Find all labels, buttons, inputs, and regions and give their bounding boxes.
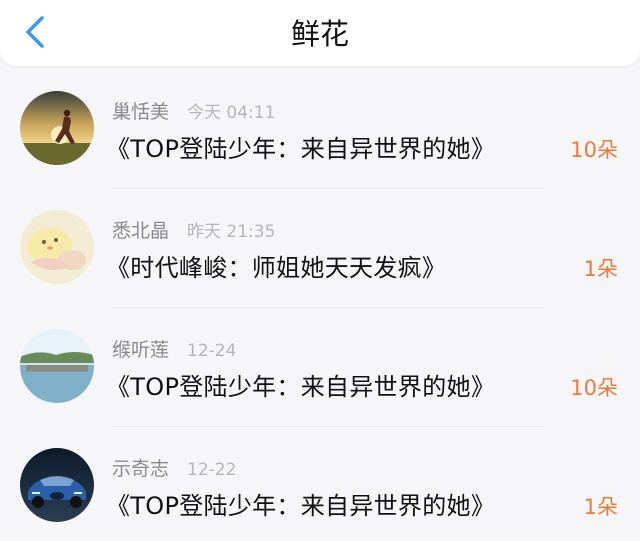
top-bar: 鲜花 (0, 0, 640, 66)
gift-meta: 悉北晶 昨天 21:35 (112, 216, 276, 243)
avatar[interactable] (20, 210, 94, 284)
flower-quantity: 1朵 (583, 257, 618, 281)
flower-quantity: 1朵 (583, 495, 618, 519)
book-title[interactable]: 《时代峰峻：师姐她天天发疯》 (106, 248, 446, 283)
timestamp: 今天 04:11 (187, 103, 276, 123)
list-item[interactable]: 悉北晶 昨天 21:35 《时代峰峻：师姐她天天发疯》 1朵 (0, 189, 640, 308)
list-item[interactable]: 缑听莲 12-24 《TOP登陆少年：来自异世界的她》 10朵 (0, 308, 640, 427)
timestamp: 昨天 21:35 (187, 222, 276, 242)
book-title[interactable]: 《TOP登陆少年：来自异世界的她》 (106, 486, 495, 521)
gift-meta: 示奇志 12-22 (112, 454, 237, 481)
flower-quantity: 10朵 (570, 376, 618, 400)
timestamp: 12-24 (187, 341, 237, 361)
list-item[interactable]: 巢恬美 今天 04:11 《TOP登陆少年：来自异世界的她》 10朵 (0, 70, 640, 189)
avatar[interactable] (20, 329, 94, 403)
sender-name[interactable]: 巢恬美 (112, 97, 169, 124)
avatar[interactable] (20, 448, 94, 522)
avatar-sunset-runner-image (20, 91, 94, 165)
avatar-lake-bridge-image (20, 329, 94, 403)
sender-name[interactable]: 示奇志 (112, 454, 169, 481)
avatar-blue-car-image (20, 448, 94, 522)
flower-quantity: 10朵 (570, 138, 618, 162)
gift-meta: 缑听莲 12-24 (112, 335, 237, 362)
gift-list: 巢恬美 今天 04:11 《TOP登陆少年：来自异世界的她》 10朵 悉北晶 昨… (0, 70, 640, 541)
sender-name[interactable]: 悉北晶 (112, 216, 169, 243)
avatar[interactable] (20, 91, 94, 165)
gift-meta: 巢恬美 今天 04:11 (112, 97, 276, 124)
book-title[interactable]: 《TOP登陆少年：来自异世界的她》 (106, 129, 495, 164)
avatar-cartoon-chick-image (20, 210, 94, 284)
book-title[interactable]: 《TOP登陆少年：来自异世界的她》 (106, 367, 495, 402)
list-item[interactable]: 示奇志 12-22 《TOP登陆少年：来自异世界的她》 1朵 (0, 427, 640, 541)
timestamp: 12-22 (187, 460, 237, 480)
page-title: 鲜花 (290, 17, 349, 51)
flowers-screen: 鲜花 巢恬美 今天 04:11 《TOP登陆少年：来自异世界的她》 10朵 悉北… (0, 0, 640, 541)
sender-name[interactable]: 缑听莲 (112, 335, 169, 362)
